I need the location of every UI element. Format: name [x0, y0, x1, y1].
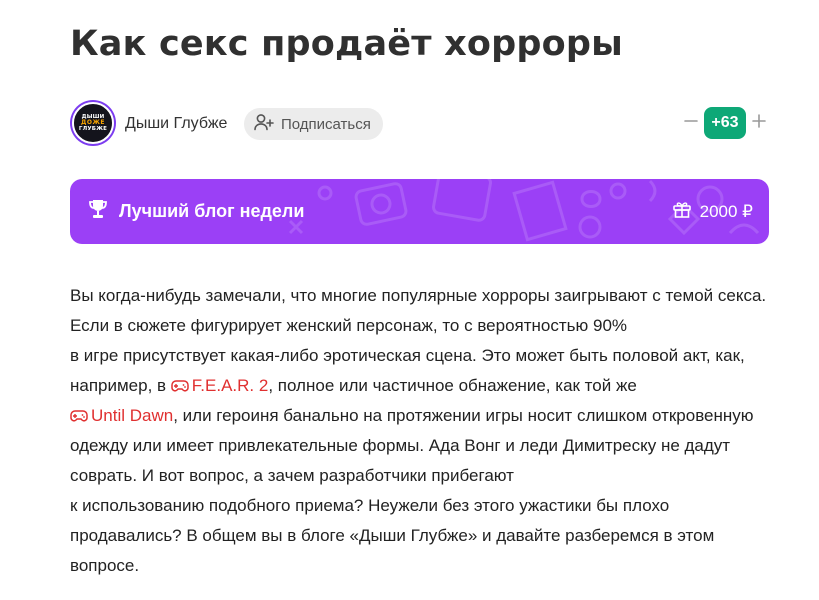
game-link-until-dawn[interactable]: Until Dawn — [70, 406, 173, 425]
game-link-fear2[interactable]: F.E.A.R. 2 — [171, 376, 268, 395]
gift-icon — [672, 199, 692, 224]
banner-right: 2000 ₽ — [672, 179, 753, 244]
author-row: ДЫШИ ДОЖЕ ГЛУБЖЕ Дыши Глубже Подписаться… — [70, 100, 770, 148]
vote-widget: +63 — [682, 107, 768, 139]
trophy-icon — [87, 198, 109, 225]
minus-icon — [684, 114, 698, 133]
banner-left: Лучший блог недели — [87, 179, 304, 244]
gamepad-icon — [171, 380, 189, 392]
article-body: Вы когда-нибудь замечали, что многие поп… — [70, 281, 782, 581]
gamepad-icon — [70, 410, 88, 422]
subscribe-button[interactable]: Подписаться — [244, 108, 383, 140]
plus-icon — [752, 113, 766, 133]
article-paragraph: Вы когда-нибудь замечали, что многие поп… — [70, 286, 767, 575]
article-title: Как секс продаёт хорроры — [70, 24, 623, 64]
avatar-logo: ДЫШИ ДОЖЕ ГЛУБЖЕ — [72, 102, 114, 144]
vote-up-button[interactable] — [750, 108, 768, 138]
banner-prize: 2000 ₽ — [699, 201, 753, 221]
best-blog-banner[interactable]: Лучший блог недели 2000 ₽ — [70, 179, 769, 244]
author-avatar[interactable]: ДЫШИ ДОЖЕ ГЛУБЖЕ — [70, 100, 116, 146]
add-user-icon — [254, 113, 274, 136]
vote-down-button[interactable] — [682, 108, 700, 138]
subscribe-label: Подписаться — [281, 115, 371, 133]
vote-count: +63 — [704, 107, 746, 139]
banner-title: Лучший блог недели — [119, 201, 305, 221]
author-name[interactable]: Дыши Глубже — [125, 115, 227, 133]
